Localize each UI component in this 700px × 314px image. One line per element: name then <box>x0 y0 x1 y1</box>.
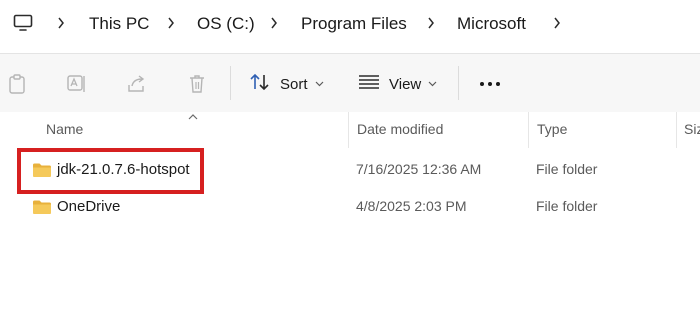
column-header-name[interactable]: Name <box>46 121 83 137</box>
paste-icon[interactable] <box>6 73 28 95</box>
sort-ascending-icon <box>188 114 198 120</box>
chevron-right-icon[interactable] <box>54 14 68 32</box>
file-type: File folder <box>536 198 598 214</box>
file-name: jdk-21.0.7.6-hotspot <box>57 161 190 178</box>
sort-button[interactable]: Sort <box>249 71 324 97</box>
breadcrumb-microsoft[interactable]: Microsoft <box>457 13 526 35</box>
column-header-date-modified[interactable]: Date modified <box>357 121 443 137</box>
chevron-right-icon[interactable] <box>424 14 438 32</box>
chevron-right-icon[interactable] <box>550 14 564 32</box>
view-button[interactable]: View <box>358 71 437 97</box>
list-item[interactable]: jdk-21.0.7.6-hotspot 7/16/2025 12:36 AM … <box>0 152 700 188</box>
file-name: OneDrive <box>57 198 121 215</box>
breadcrumb-this-pc[interactable]: This PC <box>89 13 149 35</box>
sort-icon <box>249 72 271 96</box>
computer-icon[interactable] <box>12 12 34 34</box>
rename-icon[interactable] <box>66 73 88 95</box>
column-separator[interactable] <box>528 112 529 148</box>
more-icon[interactable] <box>477 76 503 92</box>
folder-icon <box>33 163 51 177</box>
view-label: View <box>389 75 422 93</box>
command-bar: Sort View <box>0 53 700 113</box>
view-icon <box>358 74 380 94</box>
file-date-modified: 7/16/2025 12:36 AM <box>356 161 482 177</box>
delete-icon[interactable] <box>186 73 208 95</box>
file-date-modified: 4/8/2025 2:03 PM <box>356 198 467 214</box>
chevron-down-icon <box>428 81 437 87</box>
chevron-down-icon <box>315 81 324 87</box>
breadcrumb-program-files[interactable]: Program Files <box>301 13 407 35</box>
file-type: File folder <box>536 161 598 177</box>
command-divider <box>230 66 231 100</box>
sort-label: Sort <box>280 75 308 93</box>
list-item[interactable]: OneDrive 4/8/2025 2:03 PM File folder <box>0 189 700 225</box>
column-separator[interactable] <box>348 112 349 148</box>
column-header-type[interactable]: Type <box>537 121 567 137</box>
command-divider <box>458 66 459 100</box>
file-explorer-window: This PC OS (C:) Program Files Microsoft <box>0 0 700 314</box>
address-bar[interactable]: This PC OS (C:) Program Files Microsoft <box>0 0 700 48</box>
column-header-size[interactable]: Size <box>684 121 700 137</box>
breadcrumb-os-c[interactable]: OS (C:) <box>197 13 255 35</box>
chevron-right-icon[interactable] <box>164 14 178 32</box>
chevron-right-icon[interactable] <box>267 14 281 32</box>
column-separator[interactable] <box>676 112 677 148</box>
folder-icon <box>33 200 51 214</box>
share-icon[interactable] <box>126 73 148 95</box>
column-headers: Name Date modified Type Size <box>0 112 700 148</box>
